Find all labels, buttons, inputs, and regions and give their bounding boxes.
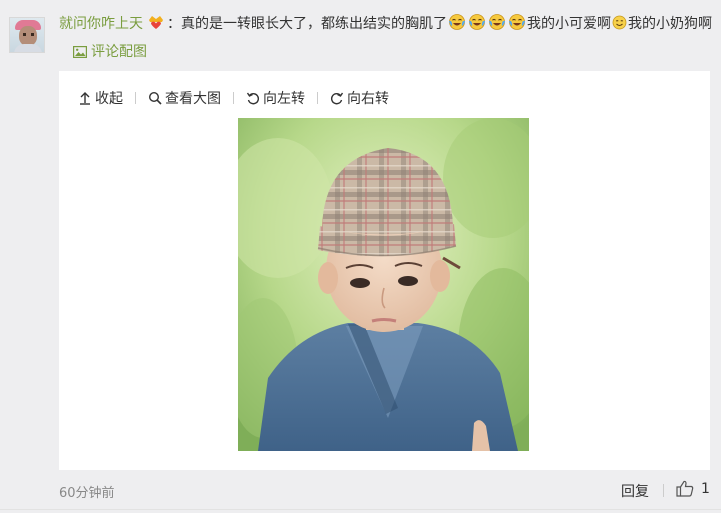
like-button[interactable]: 1 [676,480,710,497]
laugh-cry-emoji-icon [508,13,526,31]
laugh-cry-emoji-icon [468,13,486,31]
rotate-right-icon [330,92,344,105]
avatar-eyes-shape [23,33,34,36]
rotate-right-button[interactable]: 向右转 [330,88,389,108]
collapse-label: 收起 [95,91,123,107]
laugh-cry-emoji-icon [448,13,466,31]
comment-picture-label: 评论配图 [91,44,147,60]
toolbar-divider [317,92,318,104]
like-count: 1 [701,480,710,497]
emoji-group [447,13,527,32]
comment-timestamp: 60分钟前 [59,486,115,501]
laugh-cry-emoji-icon [488,13,506,31]
user-avatar[interactable] [9,17,45,53]
comment-photo[interactable] [238,118,529,451]
rotate-right-label: 向右转 [347,91,389,107]
collapse-button[interactable]: 收起 [78,88,123,108]
expanded-image-panel: 收起 查看大图 向左转 向右转 [59,71,710,470]
vip-crown-heart-icon[interactable] [147,12,165,29]
comment-body-1: ：真的是一转眼长大了，都练出结实的胸肌了 [167,16,447,32]
toolbar-divider [135,92,136,104]
search-icon [148,91,162,105]
comment-body-3: 我的小奶狗啊 [628,16,712,32]
comment-bottom-border [0,509,721,510]
smile-emoji-icon [612,12,627,30]
avatar-body-shape [14,44,42,52]
boy-in-plaid-cap-photo [238,118,529,451]
rotate-left-icon [246,92,260,105]
comment-body-2: 我的小可爱啊 [527,16,611,32]
toolbar-divider [233,92,234,104]
comment-picture-link[interactable]: 评论配图 [73,38,147,66]
view-large-button[interactable]: 查看大图 [148,88,221,108]
comment-text: 就问你咋上天 ：真的是一转眼长大了，都练出结实的胸肌了 我的小可爱啊 我的小奶狗啊评论… [59,10,714,66]
footer-divider [663,484,664,497]
rotate-left-label: 向左转 [263,91,305,107]
reply-button[interactable]: 回复 [621,481,649,501]
rotate-left-button[interactable]: 向左转 [246,88,305,108]
image-toolbar: 收起 查看大图 向左转 向右转 [78,88,389,108]
username-link[interactable]: 就问你咋上天 [59,16,143,32]
image-icon [73,46,88,59]
avatar-face-shape [19,26,37,46]
view-large-label: 查看大图 [165,91,221,107]
thumbs-up-icon [676,480,694,497]
collapse-arrow-up-icon [80,92,90,105]
